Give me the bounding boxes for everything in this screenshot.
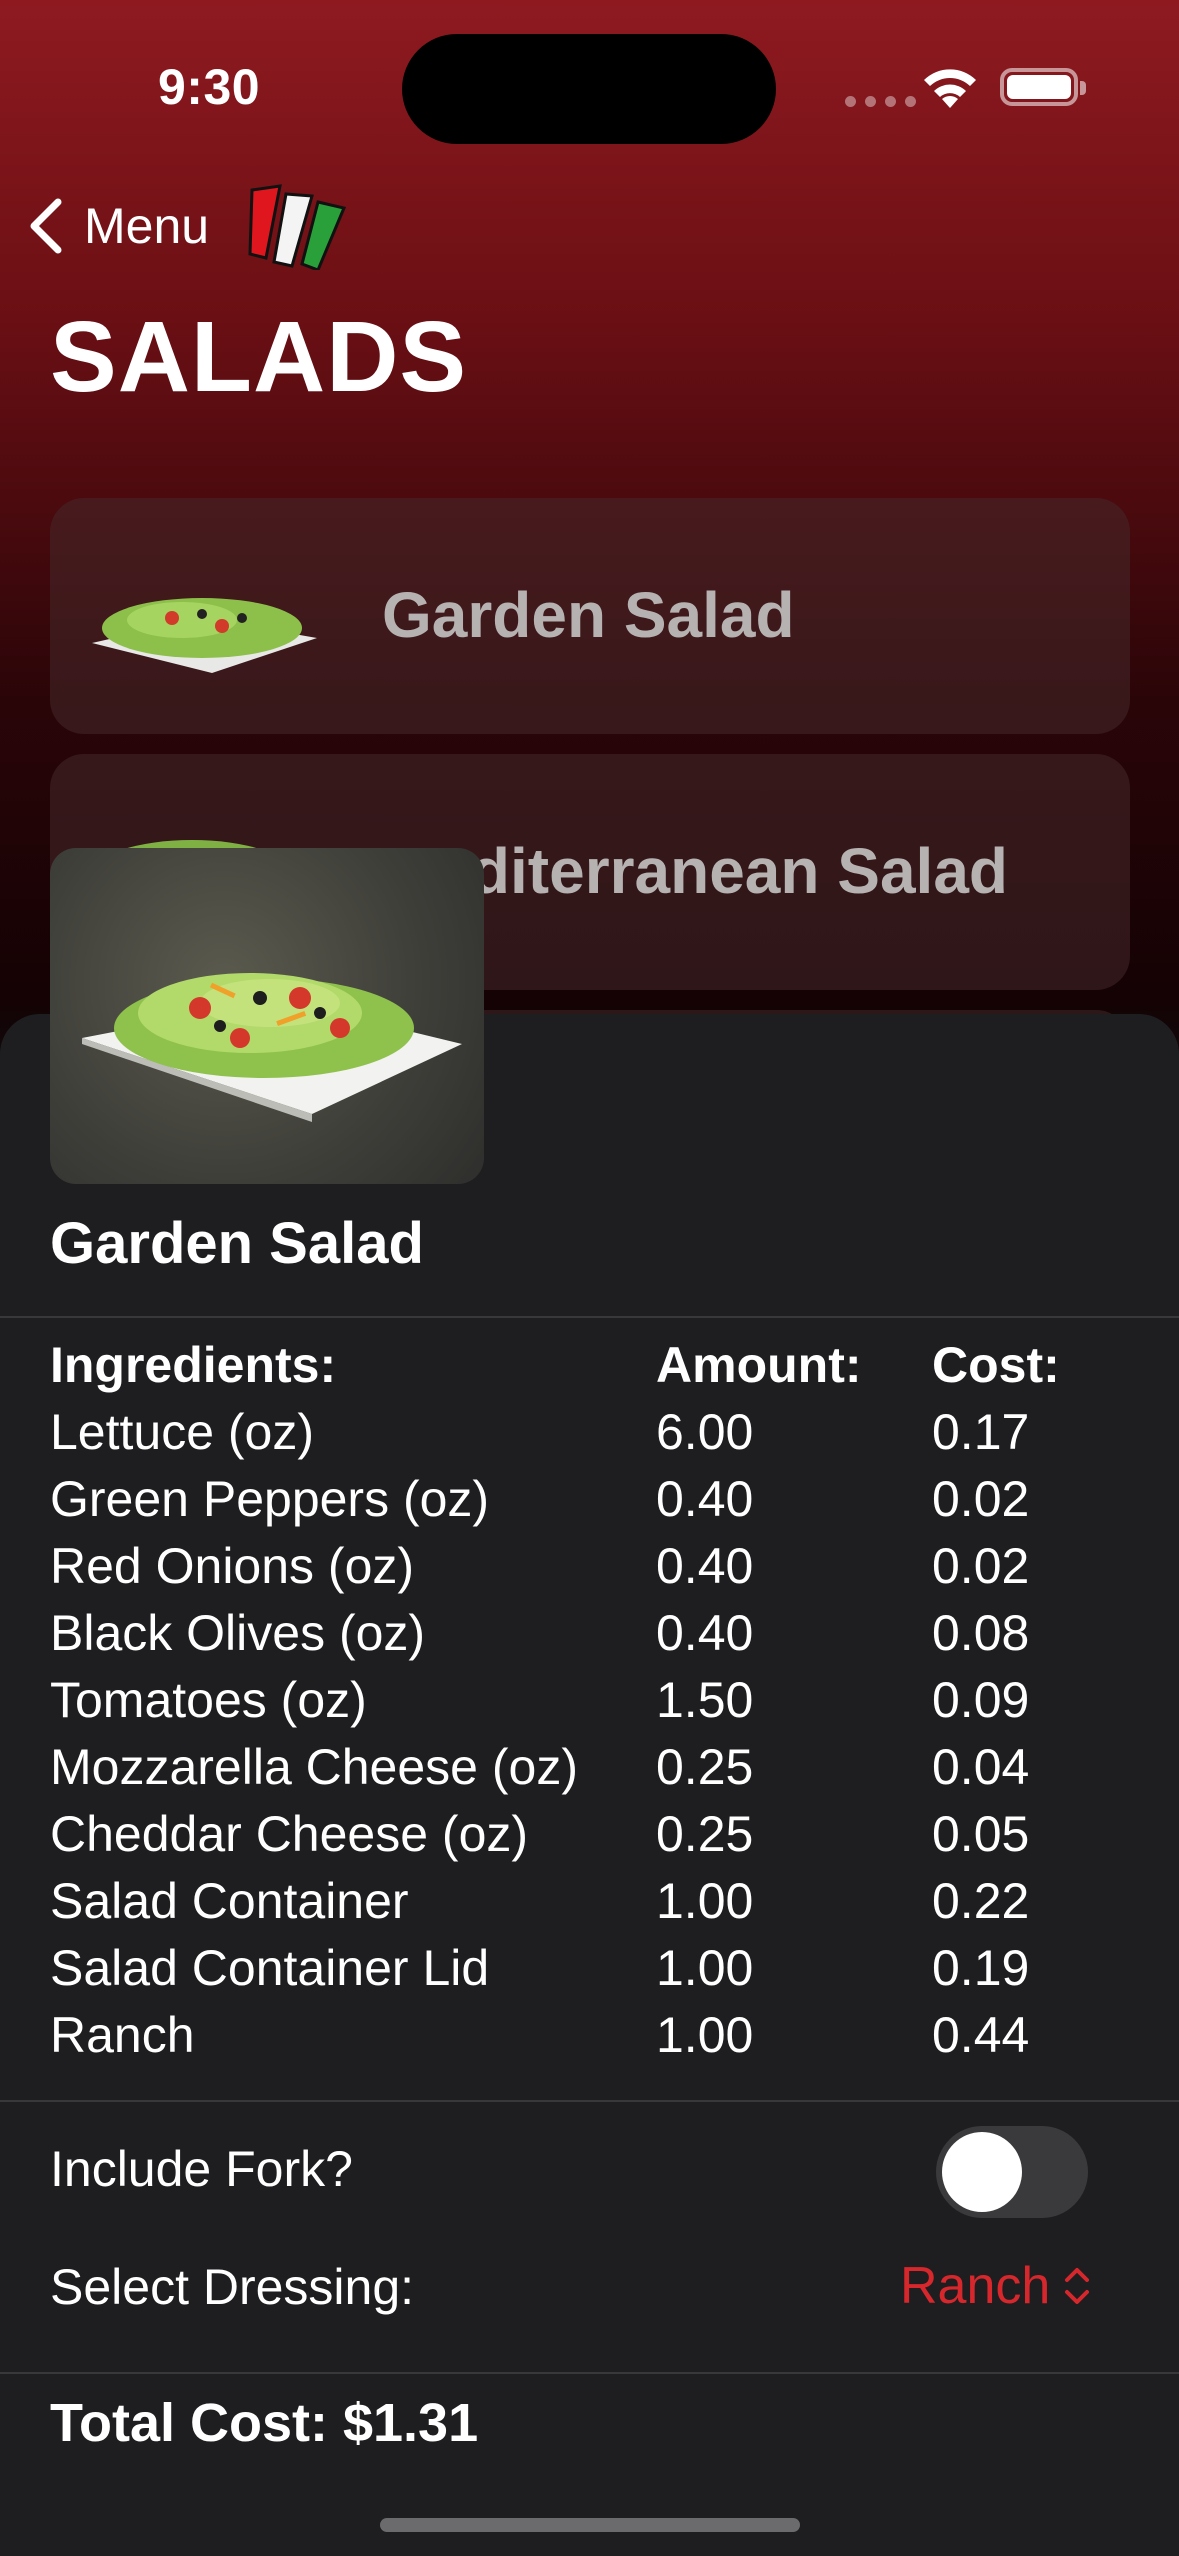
- italian-flag-logo: [248, 184, 347, 270]
- table-header: Ingredients: Amount: Cost:: [50, 1336, 1130, 1403]
- table-row: Cheddar Cheese (oz) 0.25 0.05: [50, 1805, 1130, 1872]
- divider: [0, 2100, 1179, 2102]
- ingredient-name: Lettuce (oz): [50, 1404, 315, 1460]
- dynamic-island: [402, 34, 776, 144]
- ingredient-cost: 0.19: [932, 1940, 1030, 1996]
- ingredient-cost: 0.22: [932, 1873, 1030, 1929]
- include-fork-toggle[interactable]: [936, 2126, 1088, 2218]
- ingredient-cost: 0.08: [932, 1605, 1030, 1661]
- ingredient-cost: 0.44: [932, 2007, 1030, 2063]
- page-title: SALADS: [50, 301, 468, 413]
- table-row: Black Olives (oz) 0.40 0.08: [50, 1604, 1130, 1671]
- divider: [0, 1316, 1179, 1318]
- select-dressing-label: Select Dressing:: [50, 2259, 415, 2315]
- ingredient-amount: 0.25: [656, 1806, 754, 1862]
- ingredient-amount: 1.50: [656, 1672, 754, 1728]
- ingredient-amount: 1.00: [656, 2007, 754, 2063]
- ingredient-name: Cheddar Cheese (oz): [50, 1806, 529, 1862]
- ingredient-amount: 1.00: [656, 1873, 754, 1929]
- dressing-value: Ranch: [900, 2257, 1051, 2315]
- ingredient-amount: 0.25: [656, 1739, 754, 1795]
- amount-header: Amount:: [656, 1337, 862, 1393]
- divider: [0, 2372, 1179, 2374]
- battery-icon: [1000, 68, 1086, 106]
- wifi-icon: [924, 69, 976, 108]
- back-button[interactable]: Menu: [24, 196, 209, 256]
- ingredients-header: Ingredients:: [50, 1337, 337, 1393]
- ingredient-cost: 0.05: [932, 1806, 1030, 1862]
- list-item-label: Garden Salad: [382, 579, 795, 651]
- chevron-up-down-icon: [1065, 2268, 1090, 2304]
- salad-photo: [50, 848, 484, 1184]
- ingredient-cost: 0.09: [932, 1672, 1030, 1728]
- ingredient-amount: 0.40: [656, 1471, 754, 1527]
- include-fork-label: Include Fork?: [50, 2141, 353, 2197]
- ingredient-amount: 0.40: [656, 1605, 754, 1661]
- table-row: Salad Container 1.00 0.22: [50, 1872, 1130, 1939]
- list-item-garden-salad[interactable]: Garden Salad: [50, 498, 1130, 734]
- ingredient-name: Ranch: [50, 2007, 195, 2063]
- ingredient-cost: 0.02: [932, 1471, 1030, 1527]
- status-time: 9:30: [158, 59, 261, 115]
- ingredient-amount: 1.00: [656, 1940, 754, 1996]
- ingredient-amount: 6.00: [656, 1404, 754, 1460]
- salad-thumbnail: [92, 598, 317, 673]
- ingredient-name: Red Onions (oz): [50, 1538, 415, 1594]
- table-row: Mozzarella Cheese (oz) 0.25 0.04: [50, 1738, 1130, 1805]
- ingredient-cost: 0.04: [932, 1739, 1030, 1795]
- table-row: Salad Container Lid 1.00 0.19: [50, 1939, 1130, 2006]
- back-label: Menu: [84, 198, 210, 254]
- table-row: Green Peppers (oz) 0.40 0.02: [50, 1470, 1130, 1537]
- ingredient-cost: 0.02: [932, 1538, 1030, 1594]
- ingredient-name: Black Olives (oz): [50, 1605, 426, 1661]
- cost-header: Cost:: [932, 1337, 1060, 1393]
- ingredient-name: Salad Container Lid: [50, 1940, 490, 1996]
- table-row: Red Onions (oz) 0.40 0.02: [50, 1537, 1130, 1604]
- home-indicator: [380, 2518, 800, 2532]
- table-row: Lettuce (oz) 6.00 0.17: [50, 1403, 1130, 1470]
- ingredient-name: Mozzarella Cheese (oz): [50, 1739, 578, 1795]
- ingredient-amount: 0.40: [656, 1538, 754, 1594]
- cellular-signal-icon: [845, 96, 916, 107]
- dressing-picker[interactable]: Ranch: [900, 2256, 1092, 2316]
- table-row: Tomatoes (oz) 1.50 0.09: [50, 1671, 1130, 1738]
- total-cost: Total Cost: $1.31: [50, 2393, 479, 2453]
- ingredient-name: Green Peppers (oz): [50, 1471, 490, 1527]
- ingredient-name: Salad Container: [50, 1873, 409, 1929]
- item-title: Garden Salad: [50, 1211, 424, 1276]
- ingredient-name: Tomatoes (oz): [50, 1672, 367, 1728]
- ingredients-table: Ingredients: Amount: Cost: Lettuce (oz) 6…: [50, 1336, 1130, 2073]
- table-row: Ranch 1.00 0.44: [50, 2006, 1130, 2073]
- ingredient-cost: 0.17: [932, 1404, 1030, 1460]
- toggle-knob: [942, 2132, 1022, 2212]
- chevron-left-icon: [30, 198, 62, 254]
